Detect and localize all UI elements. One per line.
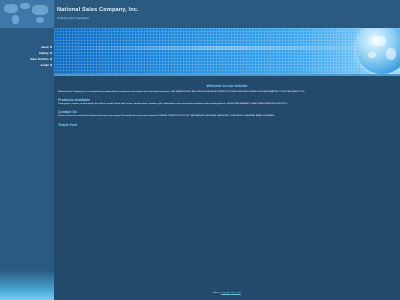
square-bullet-icon (50, 58, 52, 60)
products-text: Trade paper, coupons, printed goods, bic… (58, 103, 288, 106)
banner-divider (54, 74, 400, 76)
site-login-link[interactable]: Site Login (231, 292, 241, 294)
world-map-graphic (0, 0, 54, 28)
square-bullet-icon (50, 46, 52, 48)
hero-banner (54, 28, 400, 74)
footer: Admin | Copyright Site Login (54, 292, 400, 294)
nav-item-label: Sales Portfolio (30, 57, 49, 61)
thank-you-heading: Thank You! (58, 122, 78, 127)
site-tagline: Global Import Specialist (57, 16, 89, 20)
square-bullet-icon (50, 64, 52, 66)
site-title: National Sales Company, Inc. (57, 7, 139, 13)
nav-item-label: E-mail (40, 63, 49, 67)
left-sidebar (0, 28, 54, 300)
intro-text: National Sales Company, Inc. is committe… (58, 91, 305, 93)
welcome-heading: Welcome to our website (206, 84, 248, 88)
copyright-link[interactable]: Copyright (221, 292, 230, 294)
banner-light-streak (54, 46, 400, 50)
main-content: Welcome to our website National Sales Co… (58, 80, 396, 128)
nav-item-label: About (41, 45, 49, 49)
square-bullet-icon (50, 52, 52, 54)
banner-grid (54, 28, 400, 74)
contact-text: Please click on the e-mail button above … (58, 115, 275, 118)
side-nav: About Catalog Sales Portfolio E-mail (0, 44, 52, 68)
header: National Sales Company, Inc. Global Impo… (0, 0, 400, 28)
nav-item-email[interactable]: E-mail (41, 62, 52, 68)
nav-item-label: Catalog (38, 51, 49, 55)
footer-prefix: Admin | (213, 292, 221, 294)
sidebar-gradient (0, 270, 54, 300)
